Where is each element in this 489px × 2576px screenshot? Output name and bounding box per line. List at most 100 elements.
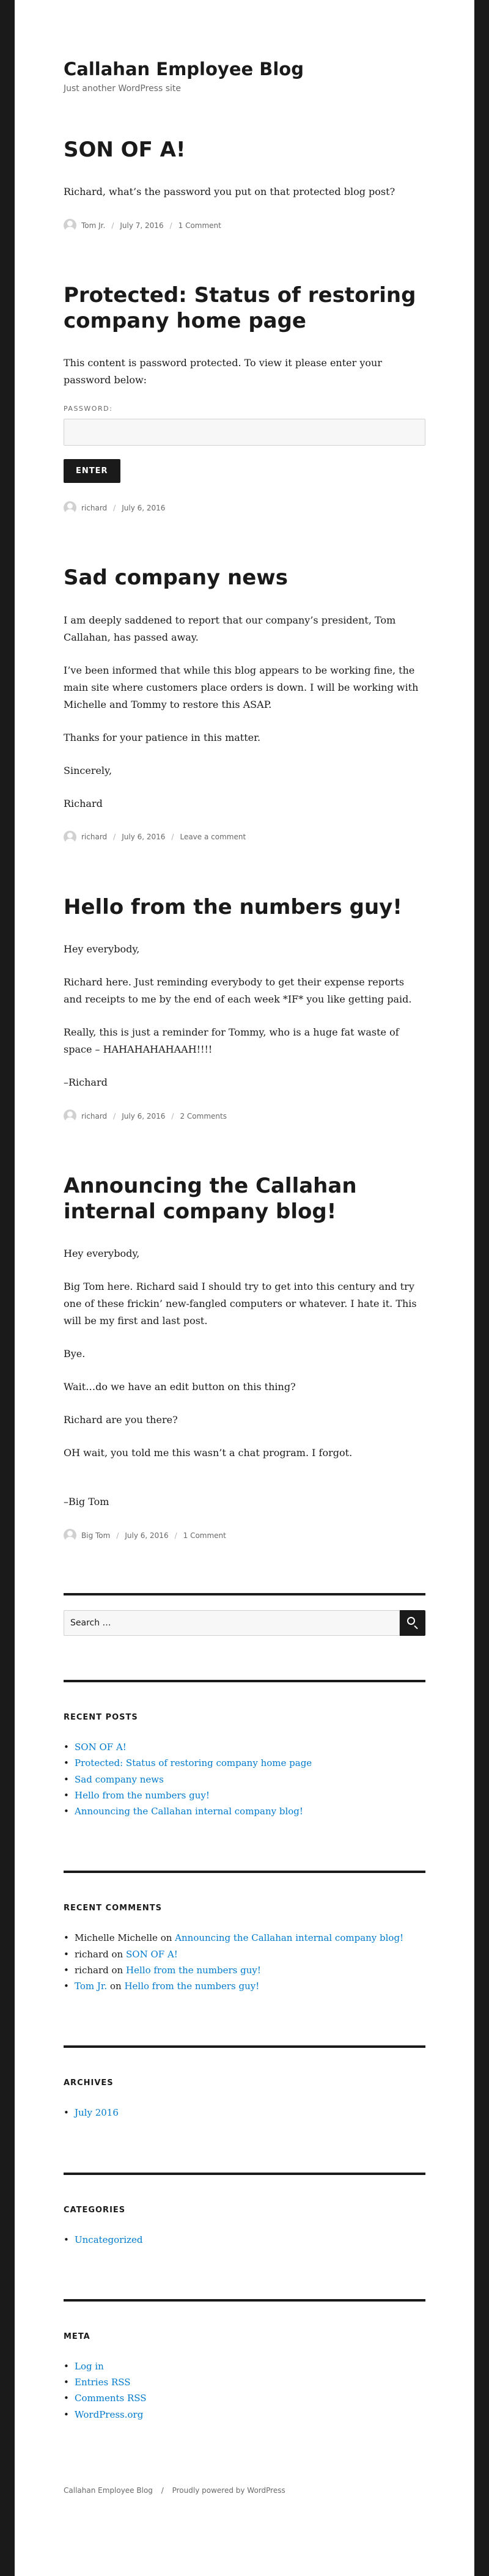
- post-paragraph: Hey everybody,: [64, 943, 140, 955]
- post-comments-link[interactable]: 1 Comment: [178, 221, 221, 230]
- post-date-link[interactable]: July 6, 2016: [122, 504, 165, 512]
- post-paragraph: –Big Tom: [64, 1496, 109, 1508]
- list-item: richard on SON OF A!: [64, 1946, 425, 1963]
- password-field[interactable]: [64, 419, 425, 446]
- category-link[interactable]: Uncategorized: [75, 2234, 143, 2245]
- post-comments-link[interactable]: 1 Comment: [183, 1531, 226, 1540]
- recent-comments-list: Michelle Michelle on Announcing the Call…: [64, 1930, 425, 1994]
- comment-author: richard: [75, 1964, 109, 1976]
- avatar-icon: [64, 1110, 76, 1123]
- post-paragraph: OH wait, you told me this wasn’t a chat …: [64, 1447, 353, 1459]
- post: SON OF A! Richard, what’s the password y…: [64, 138, 425, 232]
- recent-posts-widget: RECENT POSTS SON OF A! Protected: Status…: [64, 1680, 425, 1820]
- post-date-link[interactable]: July 7, 2016: [120, 221, 163, 230]
- login-link[interactable]: Log in: [75, 2361, 104, 2372]
- enter-button[interactable]: ENTER: [64, 459, 120, 484]
- footer-site-link[interactable]: Callahan Employee Blog: [64, 2486, 153, 2495]
- post: Hello from the numbers guy! Hey everybod…: [64, 895, 425, 1123]
- search-button[interactable]: [400, 1610, 425, 1636]
- site-header: Callahan Employee Blog Just another Word…: [64, 0, 425, 138]
- meta-separator: /: [171, 1111, 174, 1121]
- post-paragraph: Richard are you there?: [64, 1414, 178, 1426]
- meta-separator: /: [113, 1111, 116, 1121]
- comment-author-link[interactable]: Tom Jr.: [75, 1981, 107, 1992]
- search-icon: [407, 1617, 415, 1625]
- list-item: Sad company news: [64, 1772, 425, 1788]
- site-title[interactable]: Callahan Employee Blog: [64, 59, 425, 80]
- post-meta: Tom Jr. / July 7, 2016 / 1 Comment: [64, 219, 425, 232]
- post-content: Hey everybody, Big Tom here. Richard sai…: [64, 1245, 425, 1511]
- post-title[interactable]: Announcing the Callahan internal company…: [64, 1174, 425, 1224]
- archives-widget: ARCHIVES July 2016: [64, 2045, 425, 2121]
- list-item: SON OF A!: [64, 1739, 425, 1756]
- list-item: July 2016: [64, 2105, 425, 2121]
- post-comments-link[interactable]: Leave a comment: [180, 833, 246, 841]
- comment-on: on: [111, 1948, 123, 1960]
- post-paragraph: This content is password protected. To v…: [64, 357, 382, 386]
- password-label: PASSWORD:: [64, 405, 113, 413]
- post-title[interactable]: Hello from the numbers guy!: [64, 895, 425, 920]
- search-form: [64, 1610, 425, 1636]
- archive-link[interactable]: July 2016: [75, 2107, 119, 2118]
- meta-widget: META Log in Entries RSS Comments RSS Wor…: [64, 2298, 425, 2423]
- meta-separator: /: [111, 221, 114, 230]
- widget-title: META: [64, 2331, 90, 2341]
- footer-separator: /: [161, 2486, 164, 2495]
- recent-post-link[interactable]: Sad company news: [75, 1774, 164, 1785]
- categories-list: Uncategorized: [64, 2232, 425, 2248]
- post-author-link[interactable]: richard: [81, 833, 107, 841]
- post: Protected: Status of restoring company h…: [64, 283, 425, 515]
- post-paragraph: I am deeply saddened to report that our …: [64, 614, 396, 643]
- post-author-link[interactable]: Big Tom: [81, 1531, 110, 1540]
- categories-widget: CATEGORIES Uncategorized: [64, 2172, 425, 2248]
- post-date-link[interactable]: July 6, 2016: [122, 1112, 165, 1121]
- recent-post-link[interactable]: Announcing the Callahan internal company…: [75, 1806, 303, 1817]
- recent-post-link[interactable]: Protected: Status of restoring company h…: [75, 1757, 312, 1768]
- avatar-icon: [64, 1529, 76, 1542]
- comment-post-link[interactable]: Announcing the Callahan internal company…: [175, 1932, 403, 1943]
- post-title[interactable]: Sad company news: [64, 565, 425, 591]
- post-comments-link[interactable]: 2 Comments: [180, 1112, 227, 1121]
- post-paragraph: Richard: [64, 797, 103, 809]
- post-author-link[interactable]: richard: [81, 504, 107, 512]
- comment-author: richard: [75, 1948, 109, 1960]
- list-item: Tom Jr. on Hello from the numbers guy!: [64, 1978, 425, 1995]
- entries-rss-link[interactable]: Entries RSS: [75, 2377, 131, 2388]
- wordpress-org-link[interactable]: WordPress.org: [75, 2409, 143, 2420]
- post-author-link[interactable]: Tom Jr.: [81, 221, 105, 230]
- post-date-link[interactable]: July 6, 2016: [122, 833, 165, 841]
- meta-separator: /: [113, 833, 116, 842]
- post-date-link[interactable]: July 6, 2016: [125, 1531, 168, 1540]
- post: Sad company news I am deeply saddened to…: [64, 565, 425, 844]
- post-meta: Big Tom / July 6, 2016 / 1 Comment: [64, 1529, 425, 1542]
- comment-post-link[interactable]: Hello from the numbers guy!: [126, 1965, 261, 1976]
- footer-powered-link[interactable]: Proudly powered by WordPress: [172, 2486, 285, 2495]
- comments-rss-link[interactable]: Comments RSS: [75, 2393, 147, 2404]
- search-input[interactable]: [64, 1610, 400, 1636]
- list-item: WordPress.org: [64, 2407, 425, 2423]
- meta-separator: /: [116, 1531, 119, 1540]
- post-author-link[interactable]: richard: [81, 1112, 107, 1121]
- post-content: Richard, what’s the password you put on …: [64, 183, 425, 201]
- list-item: Log in: [64, 2358, 425, 2375]
- post: Announcing the Callahan internal company…: [64, 1174, 425, 1542]
- post-paragraph: –Richard: [64, 1076, 108, 1089]
- search-widget: [64, 1593, 425, 1636]
- recent-post-link[interactable]: Hello from the numbers guy!: [75, 1790, 210, 1801]
- post-title[interactable]: Protected: Status of restoring company h…: [64, 283, 425, 334]
- meta-separator: /: [113, 503, 116, 512]
- meta-separator: /: [174, 1531, 177, 1540]
- comment-post-link[interactable]: Hello from the numbers guy!: [124, 1981, 259, 1992]
- recent-posts-list: SON OF A! Protected: Status of restoring…: [64, 1739, 425, 1820]
- widget-title: RECENT POSTS: [64, 1713, 138, 1723]
- post-title[interactable]: SON OF A!: [64, 138, 425, 163]
- comment-post-link[interactable]: SON OF A!: [126, 1949, 178, 1960]
- comment-on: on: [109, 1981, 122, 1992]
- site-footer: Callahan Employee Blog / Proudly powered…: [64, 2474, 425, 2531]
- list-item: Announcing the Callahan internal company…: [64, 1803, 425, 1820]
- post-meta: richard / July 6, 2016: [64, 501, 425, 515]
- recent-post-link[interactable]: SON OF A!: [75, 1742, 127, 1753]
- avatar-icon: [64, 501, 76, 515]
- widget-title: CATEGORIES: [64, 2205, 126, 2215]
- avatar-icon: [64, 830, 76, 844]
